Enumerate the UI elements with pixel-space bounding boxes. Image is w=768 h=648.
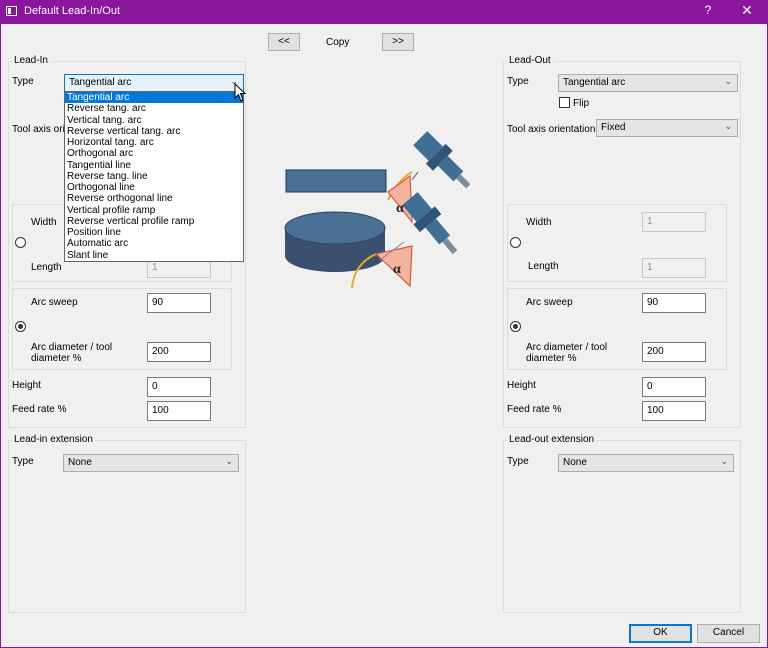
lead-in-out-diagram: α α (284, 131, 470, 289)
lead-in-arc-diameter-label: Arc diameter / tool (31, 342, 113, 353)
lead-in-extension-type-label: Type (12, 456, 34, 467)
copy-left-button[interactable]: << (268, 33, 300, 51)
lead-in-arc-diameter-input[interactable]: 200 (147, 342, 211, 362)
lead-out-tool-axis-value: Fixed (601, 122, 626, 133)
help-button[interactable]: ? (696, 3, 720, 21)
lead-out-extension-type-label: Type (507, 456, 529, 467)
lead-out-type-value: Tangential arc (563, 77, 626, 88)
lead-in-feed-rate-label: Feed rate % (12, 404, 67, 415)
lead-out-tool-axis-label: Tool axis orientation (507, 124, 596, 135)
chevron-down-icon: ⌄ (724, 76, 732, 86)
lead-out-tool-axis-combo[interactable]: Fixed ⌄ (596, 119, 738, 137)
dropdown-option[interactable]: Automatic arc (65, 238, 243, 249)
dropdown-option[interactable]: Slant line (65, 250, 243, 261)
alpha-symbol-lower: α (393, 262, 401, 277)
dropdown-option[interactable]: Reverse vertical tang. arc (65, 126, 243, 137)
alpha-symbol-upper: α (396, 201, 404, 216)
lead-in-feed-rate-input[interactable]: 100 (147, 401, 211, 421)
lead-out-extension-type-value: None (563, 457, 587, 468)
lead-in-arc-radio[interactable] (15, 321, 26, 332)
lead-out-width-length-radio[interactable] (510, 237, 521, 248)
lead-in-type-value: Tangential arc (69, 77, 132, 88)
dropdown-option[interactable]: Vertical tang. arc (65, 115, 243, 126)
lead-out-arc-diameter-input[interactable]: 200 (642, 342, 706, 362)
lead-out-height-label: Height (507, 380, 536, 391)
lead-out-type-combo[interactable]: Tangential arc ⌄ (558, 74, 738, 92)
dropdown-option[interactable]: Reverse tang. line (65, 171, 243, 182)
lead-out-type-label: Type (507, 76, 529, 87)
chevron-down-icon: ⌄ (225, 456, 233, 466)
title-bar: Default Lead-In/Out ? ✕ (0, 0, 768, 24)
dropdown-option[interactable]: Reverse orthogonal line (65, 193, 243, 204)
dropdown-option[interactable]: Orthogonal arc (65, 148, 243, 159)
lead-in-arc-sweep-label: Arc sweep (31, 297, 78, 308)
lead-in-width-label: Width (31, 217, 57, 228)
lead-in-title: Lead-In (12, 55, 50, 66)
app-icon (6, 6, 17, 16)
lead-in-arc-sweep-input[interactable]: 90 (147, 293, 211, 313)
dropdown-option[interactable]: Horizontal tang. arc (65, 137, 243, 148)
mouse-cursor-icon (234, 83, 247, 102)
lead-in-type-dropdown[interactable]: Tangential arc Reverse tang. arc Vertical … (64, 91, 244, 262)
lead-in-type-label: Type (12, 76, 34, 87)
lead-out-flip-label: Flip (573, 98, 590, 109)
copy-label: Copy (326, 37, 350, 48)
dropdown-option[interactable]: Tangential line (65, 160, 243, 171)
cancel-button[interactable]: Cancel (697, 624, 760, 643)
chevron-down-icon: ⌄ (720, 456, 728, 466)
lead-out-arc-radio[interactable] (510, 321, 521, 332)
lead-out-height-input[interactable]: 0 (642, 377, 706, 397)
lead-out-arc-sweep-input[interactable]: 90 (642, 293, 706, 313)
chevron-down-icon: ⌄ (724, 121, 732, 131)
lead-out-feed-rate-input[interactable]: 100 (642, 401, 706, 421)
close-button[interactable]: ✕ (735, 2, 759, 20)
lead-in-length-label: Length (31, 262, 62, 273)
lead-out-arc-diameter-label: Arc diameter / tool (526, 342, 608, 353)
lead-out-arc-diameter-label-2: diameter % (526, 353, 577, 364)
lead-out-width-label: Width (526, 217, 552, 228)
lead-in-height-input[interactable]: 0 (147, 377, 211, 397)
lead-in-width-length-radio[interactable] (15, 237, 26, 248)
lead-out-length-input[interactable]: 1 (642, 258, 706, 278)
copy-right-button[interactable]: >> (382, 33, 414, 51)
ok-button[interactable]: OK (629, 624, 692, 643)
lead-out-extension-title: Lead-out extension (507, 434, 597, 445)
lead-out-width-input[interactable]: 1 (642, 212, 706, 232)
lead-out-arc-sweep-label: Arc sweep (526, 297, 573, 308)
lead-in-extension-type-combo[interactable]: None ⌄ (63, 454, 239, 472)
lead-in-tool-axis-label: Tool axis ori (12, 124, 65, 135)
lead-out-flip-checkbox[interactable] (559, 97, 570, 108)
window-title: Default Lead-In/Out (24, 5, 121, 17)
dropdown-option[interactable]: Vertical profile ramp (65, 205, 243, 216)
lead-out-length-label: Length (528, 261, 559, 272)
lead-in-height-label: Height (12, 380, 41, 391)
lead-in-extension-type-value: None (68, 457, 92, 468)
dropdown-option[interactable]: Reverse tang. arc (65, 103, 243, 114)
dropdown-option[interactable]: Tangential arc (65, 92, 243, 104)
lead-out-feed-rate-label: Feed rate % (507, 404, 562, 415)
lead-in-extension-title: Lead-in extension (12, 434, 95, 445)
dropdown-option[interactable]: Orthogonal line (65, 182, 243, 193)
lead-in-arc-diameter-label-2: diameter % (31, 353, 82, 364)
lead-out-title: Lead-Out (507, 55, 553, 66)
lead-in-type-combo[interactable]: Tangential arc ⌄ (64, 74, 244, 92)
lead-out-extension-type-combo[interactable]: None ⌄ (558, 454, 734, 472)
dropdown-option[interactable]: Position line (65, 227, 243, 238)
dropdown-option[interactable]: Reverse vertical profile ramp (65, 216, 243, 227)
